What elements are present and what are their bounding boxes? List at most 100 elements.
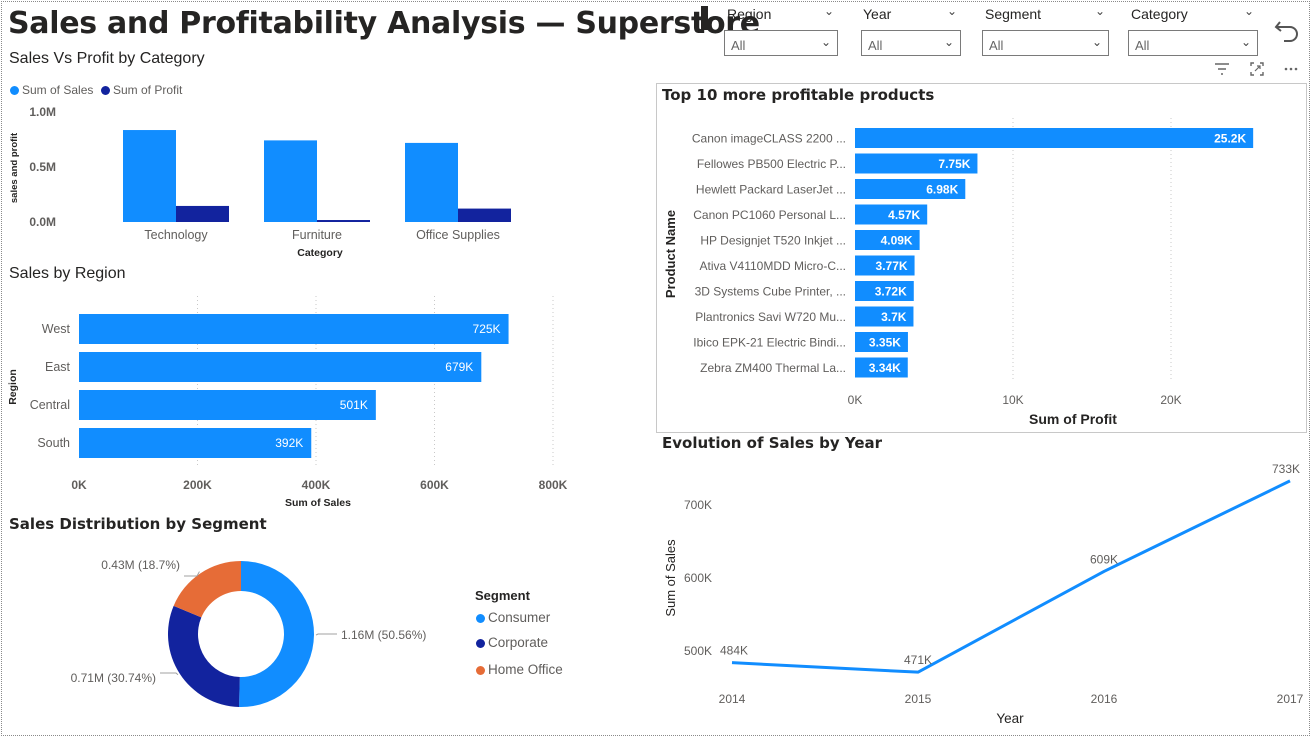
data-label: 25.2K <box>1214 132 1246 146</box>
y-tick-label: 3D Systems Cube Printer, ... <box>695 285 846 299</box>
data-label: 609K <box>1090 552 1118 566</box>
y-tick-label: Zebra ZM400 Thermal La... <box>700 361 846 375</box>
data-label: 0.71M (30.74%) <box>71 671 156 685</box>
x-tick-label: 2017 <box>1277 692 1304 706</box>
chart-top-products[interactable]: 0K 10K 20K 25.2K Canon imageCLASS 2200 ... 7.… <box>657 110 1305 432</box>
filter-icon[interactable] <box>1213 60 1231 78</box>
legend-item-sales[interactable]: Sum of Sales <box>10 83 93 97</box>
x-axis-title: Year <box>996 711 1024 726</box>
y-tick-label: Fellowes PB500 Electric P... <box>697 157 846 171</box>
data-label: 392K <box>275 436 303 450</box>
chevron-down-icon[interactable]: ⌄ <box>1244 4 1254 18</box>
data-label: 484K <box>720 644 748 658</box>
y-tick-label: 0.5M <box>29 160 56 174</box>
y-axis-title: Product Name <box>663 210 678 298</box>
x-tick-label: 2015 <box>905 692 932 706</box>
y-axis-title: sales and profit <box>9 132 20 203</box>
title-accent-bar <box>701 6 708 30</box>
leader-line <box>315 633 337 636</box>
data-label: 733K <box>1272 462 1300 476</box>
data-label: 725K <box>473 322 501 336</box>
slicer-segment-value: All <box>989 38 1004 53</box>
undo-icon[interactable] <box>1272 14 1302 44</box>
slicer-region-value: All <box>731 38 746 53</box>
slicer-year-value: All <box>868 38 883 53</box>
legend-title-segment: Segment <box>475 588 530 603</box>
slicer-year-dropdown[interactable]: All ⌄ <box>861 30 961 56</box>
legend-swatch <box>10 86 19 95</box>
chart-title-sales-vs-profit: Sales Vs Profit by Category <box>9 50 205 67</box>
slicer-segment[interactable]: Segment ⌄ All ⌄ <box>982 4 1109 56</box>
series-line <box>731 479 1291 674</box>
chart-title-sales-by-region: Sales by Region <box>9 265 126 282</box>
x-tick-label: 400K <box>302 478 331 492</box>
x-tick-label: 200K <box>183 478 212 492</box>
slicer-region-dropdown[interactable]: All ⌄ <box>724 30 838 56</box>
legend-label: Sum of Profit <box>113 83 183 97</box>
chart-sales-vs-profit[interactable]: 0.0M 0.5M 1.0M sales and profit Technology Fu… <box>0 98 560 263</box>
chart-sales-by-year[interactable]: 500K 600K 700K 2014 2015 2016 2017 484K 471K 609K… <box>657 456 1307 732</box>
focus-mode-icon[interactable] <box>1248 60 1266 78</box>
legend-label: Home Office <box>488 662 563 677</box>
chevron-down-icon: ⌄ <box>943 35 954 49</box>
bar <box>855 128 1254 148</box>
bar <box>79 390 376 420</box>
slicer-region-label: Region <box>727 6 772 22</box>
chevron-down-icon: ⌄ <box>820 35 831 49</box>
x-tick-label: 800K <box>539 478 568 492</box>
donut-slice <box>168 605 240 707</box>
y-tick-label: 600K <box>684 571 712 585</box>
x-axis-title: Sum of Profit <box>1029 411 1117 427</box>
x-axis-title: Category <box>297 247 343 259</box>
slicer-year-label: Year <box>863 6 892 22</box>
y-tick-label: Ibico EPK-21 Electric Bindi... <box>693 336 846 350</box>
y-tick-label: 500K <box>684 644 712 658</box>
chart-title-sales-by-year: Evolution of Sales by Year <box>662 434 883 452</box>
data-label: 679K <box>445 360 473 374</box>
y-tick-label: Canon PC1060 Personal L... <box>693 208 846 222</box>
data-label: 3.35K <box>869 336 901 350</box>
donut-slice <box>173 561 241 618</box>
legend-label: Sum of Sales <box>22 83 94 97</box>
slicer-region[interactable]: Region ⌄ All ⌄ <box>724 4 838 56</box>
chevron-down-icon[interactable]: ⌄ <box>1095 4 1105 18</box>
slicer-category-label: Category <box>1131 6 1188 22</box>
data-label: 3.34K <box>869 361 901 375</box>
legend-label: Consumer <box>488 610 551 625</box>
y-axis-title: Region <box>7 369 19 405</box>
chevron-down-icon[interactable]: ⌄ <box>824 4 834 18</box>
slicer-category[interactable]: Category ⌄ All ⌄ <box>1128 4 1258 56</box>
chevron-down-icon[interactable]: ⌄ <box>947 4 957 18</box>
data-label: 6.98K <box>926 183 958 197</box>
x-tick-label: Technology <box>144 228 208 242</box>
chart-title-sales-by-segment: Sales Distribution by Segment <box>9 515 267 533</box>
page-title: Sales and Profitability Analysis — Super… <box>8 6 760 41</box>
chevron-down-icon: ⌄ <box>1091 35 1102 49</box>
legend-item-profit[interactable]: Sum of Profit <box>101 83 182 97</box>
legend-item-home-office[interactable]: Home Office <box>476 662 563 677</box>
legend-swatch <box>476 666 485 675</box>
chevron-down-icon: ⌄ <box>1240 35 1251 49</box>
data-label: 1.16M (50.56%) <box>341 628 426 642</box>
y-tick-label: West <box>42 322 71 336</box>
slicer-segment-dropdown[interactable]: All ⌄ <box>982 30 1109 56</box>
bar-sales <box>123 130 176 222</box>
legend-item-corporate[interactable]: Corporate <box>476 635 548 650</box>
data-label: 3.72K <box>875 285 907 299</box>
more-options-icon[interactable] <box>1282 60 1300 78</box>
donut-slice <box>239 561 314 707</box>
legend-item-consumer[interactable]: Consumer <box>476 610 550 625</box>
x-tick-label: 10K <box>1002 393 1023 407</box>
legend-label: Corporate <box>488 635 549 650</box>
x-tick-label: 2016 <box>1091 692 1118 706</box>
x-tick-label: 2014 <box>719 692 746 706</box>
chart-sales-by-region[interactable]: 0K 200K 400K 600K 800K 725K West 679K East 501K Ce… <box>0 290 600 512</box>
bar-sales <box>405 142 458 222</box>
slicer-year[interactable]: Year ⌄ All ⌄ <box>861 4 961 56</box>
slicer-category-dropdown[interactable]: All ⌄ <box>1128 30 1258 56</box>
x-tick-label: 0K <box>71 478 87 492</box>
y-tick-label: East <box>45 360 71 374</box>
y-tick-label: 1.0M <box>29 105 56 119</box>
bar-sales <box>264 140 317 222</box>
chart-sales-by-segment[interactable]: 1.16M (50.56%) 0.71M (30.74%) 0.43M (18.7%… <box>0 540 460 730</box>
